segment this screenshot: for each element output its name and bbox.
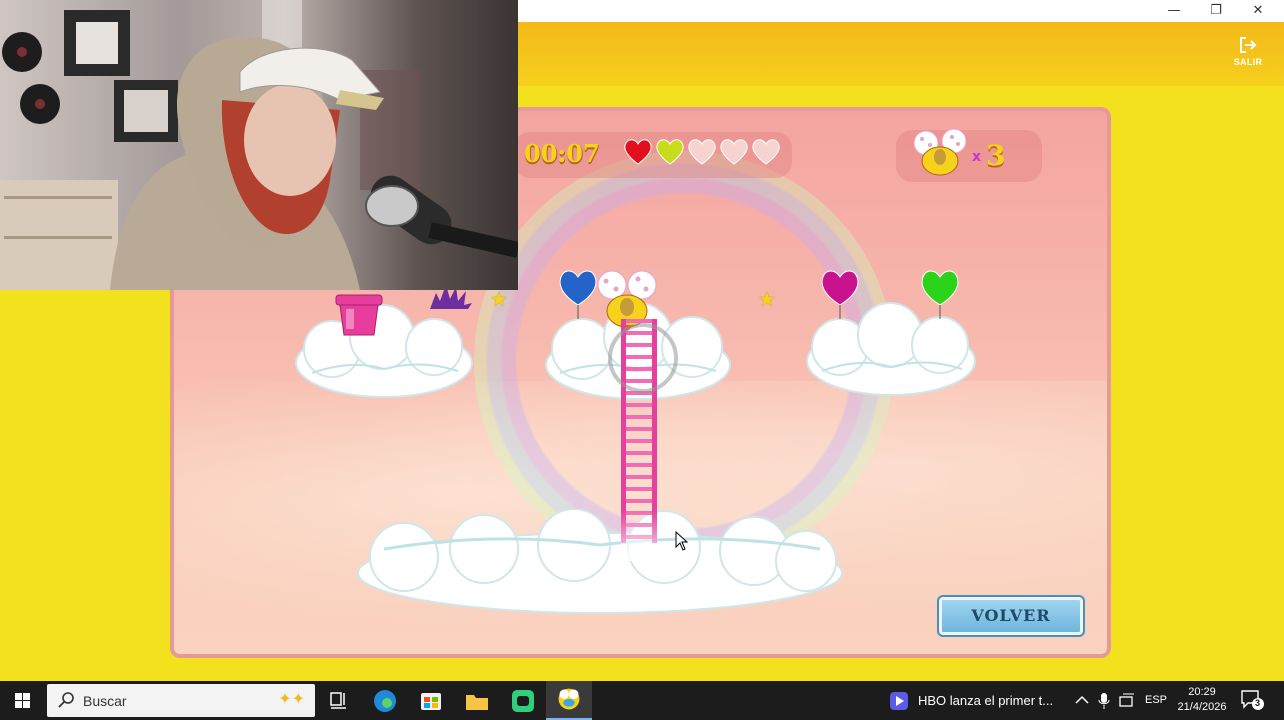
exit-label: SALIR xyxy=(1233,57,1263,67)
microphone-icon[interactable] xyxy=(1097,692,1111,710)
discord-icon[interactable] xyxy=(500,681,546,720)
restore-button[interactable]: ❐ xyxy=(1196,0,1236,22)
star-icon: ★ xyxy=(490,289,508,311)
cloud-platform-bottom[interactable] xyxy=(354,509,846,621)
lives-hearts xyxy=(622,135,782,167)
character-score-icon xyxy=(913,128,967,176)
window-titlebar: — ❐ ✕ xyxy=(518,0,1284,22)
timer-display: 00:07 xyxy=(524,139,600,168)
sparkle-icon: ✦✦ xyxy=(278,691,305,708)
cursor-target-ring xyxy=(608,323,678,393)
star-icon: ★ xyxy=(758,289,776,311)
search-placeholder: Buscar xyxy=(83,693,127,709)
exit-button[interactable]: SALIR xyxy=(1232,36,1264,67)
task-view-icon[interactable] xyxy=(316,681,362,720)
network-icon[interactable] xyxy=(1118,693,1136,709)
minimize-button[interactable]: — xyxy=(1154,0,1194,22)
news-headline: HBO lanza el primer t... xyxy=(918,693,1054,708)
language-indicator[interactable]: ESP xyxy=(1145,694,1167,706)
file-explorer-icon[interactable] xyxy=(454,681,500,720)
notification-icon xyxy=(1241,690,1264,710)
system-clock[interactable]: 20:29 21/4/2026 xyxy=(1172,685,1232,715)
edge-browser-icon[interactable] xyxy=(362,681,408,720)
score-multiplier: x xyxy=(972,149,982,165)
heart-icon xyxy=(752,139,780,165)
store-icon[interactable] xyxy=(408,681,454,720)
logout-icon xyxy=(1240,37,1257,53)
game-app-icon[interactable] xyxy=(546,681,592,720)
back-button[interactable]: VOLVER xyxy=(937,595,1085,637)
webcam-overlay xyxy=(0,0,518,290)
clock-date: 21/4/2026 xyxy=(1177,701,1227,713)
app-header: SALIR xyxy=(518,22,1284,86)
taskbar: Buscar ✦✦ HBO lanza el primer t... ESP 2… xyxy=(0,681,1284,720)
chevron-up-icon[interactable] xyxy=(1074,693,1090,707)
search-icon xyxy=(58,692,74,708)
mouse-cursor-icon xyxy=(675,531,689,551)
taskbar-search-box[interactable]: Buscar ✦✦ xyxy=(47,684,315,717)
close-button[interactable]: ✕ xyxy=(1238,0,1278,22)
notification-count: 3 xyxy=(1255,698,1261,708)
heart-icon xyxy=(688,139,716,165)
heart-icon xyxy=(624,139,652,165)
score-value: 3 xyxy=(986,139,1006,172)
flower-pot[interactable] xyxy=(332,291,386,339)
green-heart-balloon[interactable] xyxy=(918,265,962,319)
windows-start-icon[interactable] xyxy=(0,681,46,720)
ladder-fade xyxy=(621,511,657,561)
clock-time: 20:29 xyxy=(1188,686,1216,698)
webcam-feed-illustration xyxy=(0,0,518,290)
magenta-heart-balloon[interactable] xyxy=(818,265,862,319)
heart-icon xyxy=(656,139,684,165)
heart-icon xyxy=(720,139,748,165)
notification-center[interactable]: 3 xyxy=(1240,689,1264,711)
news-play-icon xyxy=(890,692,908,710)
